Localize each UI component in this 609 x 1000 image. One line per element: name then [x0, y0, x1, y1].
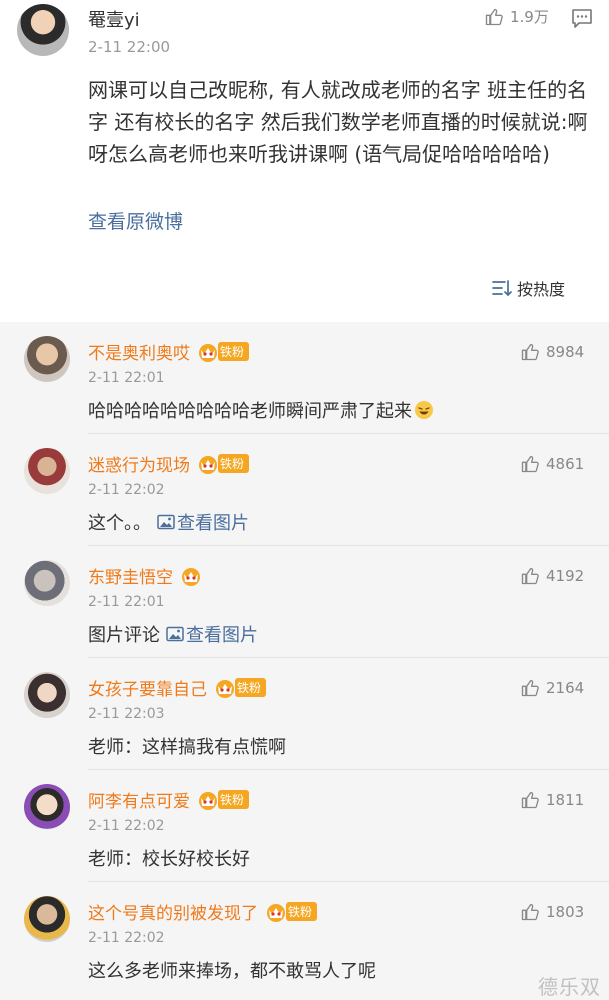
thumb-up-icon	[520, 790, 540, 810]
comment-like-count: 2164	[546, 679, 585, 697]
thumb-up-icon	[520, 342, 540, 362]
comment-time: 2-11 22:03	[88, 706, 165, 722]
comment-time: 2-11 22:02	[88, 930, 165, 946]
comment-item: 女孩子要靠自己 铁粉 2-11 22:03 2164 老师：这样搞我有点慌啊	[0, 658, 609, 770]
comment-like-count: 8984	[546, 343, 585, 361]
commenter-avatar[interactable]	[24, 784, 70, 830]
sort-label: 按热度	[517, 280, 566, 299]
comment-item: 迷惑行为现场 铁粉 2-11 22:02 4861 这个。。 查看图片	[0, 434, 609, 546]
commenter-name[interactable]: 阿李有点可爱 铁粉	[88, 787, 250, 812]
thumb-up-icon	[520, 454, 540, 474]
commenter-name[interactable]: 迷惑行为现场 铁粉	[88, 451, 250, 476]
comment-text: 老师：校长好校长好	[88, 849, 250, 870]
comment-like-button[interactable]: 1811	[520, 790, 584, 810]
view-image-link[interactable]: 查看图片	[166, 621, 258, 647]
comment-time: 2-11 22:02	[88, 818, 165, 834]
fan-badge: 铁粉	[218, 454, 250, 473]
comment-like-count: 1803	[546, 903, 585, 921]
comment-item: 不是奥利奥哎 铁粉 2-11 22:01 8984 哈哈哈哈哈哈哈哈哈老师瞬间严…	[0, 322, 609, 434]
comment-time: 2-11 22:01	[88, 594, 165, 610]
crown-icon	[264, 901, 288, 923]
comment-item: 东野圭悟空 2-11 22:01 4192 图片评论 查看图片	[0, 546, 609, 658]
comment-time: 2-11 22:01	[88, 370, 165, 386]
commenter-avatar[interactable]	[24, 560, 70, 606]
sort-icon	[492, 280, 512, 297]
comment-text: 这个。。 查看图片	[88, 509, 249, 535]
commenter-avatar[interactable]	[24, 896, 70, 942]
commenter-name[interactable]: 这个号真的别被发现了 铁粉	[88, 899, 318, 924]
thumb-up-icon	[520, 678, 540, 698]
comment-text: 哈哈哈哈哈哈哈哈哈老师瞬间严肃了起来	[88, 397, 434, 423]
comment-text: 图片评论 查看图片	[88, 621, 258, 647]
comment-like-button[interactable]: 1803	[520, 902, 584, 922]
comment-text: 这么多老师来捧场，都不敢骂人了呢	[88, 961, 376, 982]
post-like-button[interactable]: 1.9万	[484, 6, 549, 27]
thumb-up-icon	[520, 566, 540, 586]
image-icon	[157, 514, 175, 530]
comment-list: 不是奥利奥哎 铁粉 2-11 22:01 8984 哈哈哈哈哈哈哈哈哈老师瞬间严…	[0, 322, 609, 1000]
thumb-up-icon	[520, 902, 540, 922]
comment-time: 2-11 22:02	[88, 482, 165, 498]
crown-icon	[196, 453, 220, 475]
view-image-link[interactable]: 查看图片	[157, 509, 249, 535]
laughing-face-icon	[415, 401, 433, 419]
crown-icon	[179, 565, 203, 587]
comment-item: 这个号真的别被发现了 铁粉 2-11 22:02 1803 这么多老师来捧场，都…	[0, 882, 609, 994]
comment-like-button[interactable]: 4861	[520, 454, 584, 474]
image-icon	[166, 626, 184, 642]
commenter-avatar[interactable]	[24, 336, 70, 382]
comment-text: 老师：这样搞我有点慌啊	[88, 737, 286, 758]
comment-like-button[interactable]: 2164	[520, 678, 584, 698]
comment-like-count: 4192	[546, 567, 585, 585]
fan-badge: 铁粉	[218, 342, 250, 361]
comment-icon[interactable]	[570, 6, 594, 30]
post-author-avatar[interactable]	[17, 4, 69, 56]
fan-badge: 铁粉	[218, 790, 250, 809]
comment-like-count: 4861	[546, 455, 585, 473]
fan-badge: 铁粉	[286, 902, 318, 921]
comment-like-button[interactable]: 4192	[520, 566, 584, 586]
crown-icon	[196, 341, 220, 363]
post-author-name[interactable]: 罨壹yi	[88, 6, 140, 32]
commenter-name[interactable]: 女孩子要靠自己 铁粉	[88, 675, 267, 700]
post-like-count: 1.9万	[510, 8, 549, 26]
thumb-up-icon	[484, 7, 504, 27]
comment-item: 阿李有点可爱 铁粉 2-11 22:02 1811 老师：校长好校长好	[0, 770, 609, 882]
watermark: 德乐双	[538, 975, 601, 999]
commenter-name[interactable]: 不是奥利奥哎 铁粉	[88, 339, 250, 364]
comment-like-button[interactable]: 8984	[520, 342, 584, 362]
commenter-avatar[interactable]	[24, 448, 70, 494]
comment-like-count: 1811	[546, 791, 585, 809]
post-time: 2-11 22:00	[88, 38, 171, 56]
crown-icon	[213, 677, 237, 699]
sort-by-hot-button[interactable]: 按热度	[491, 276, 565, 300]
fan-badge: 铁粉	[235, 678, 267, 697]
crown-icon	[196, 789, 220, 811]
commenter-name[interactable]: 东野圭悟空	[88, 563, 203, 588]
post-text: 网课可以自己改昵称, 有人就改成老师的名字 班主任的名字 还有校长的名字 然后我…	[88, 78, 588, 166]
original-post: 罨壹yi 2-11 22:00 1.9万 网课可以自己改昵称, 有人就改成老师的…	[0, 0, 609, 322]
commenter-avatar[interactable]	[24, 672, 70, 718]
view-original-weibo-link[interactable]: 查看原微博	[88, 207, 183, 234]
